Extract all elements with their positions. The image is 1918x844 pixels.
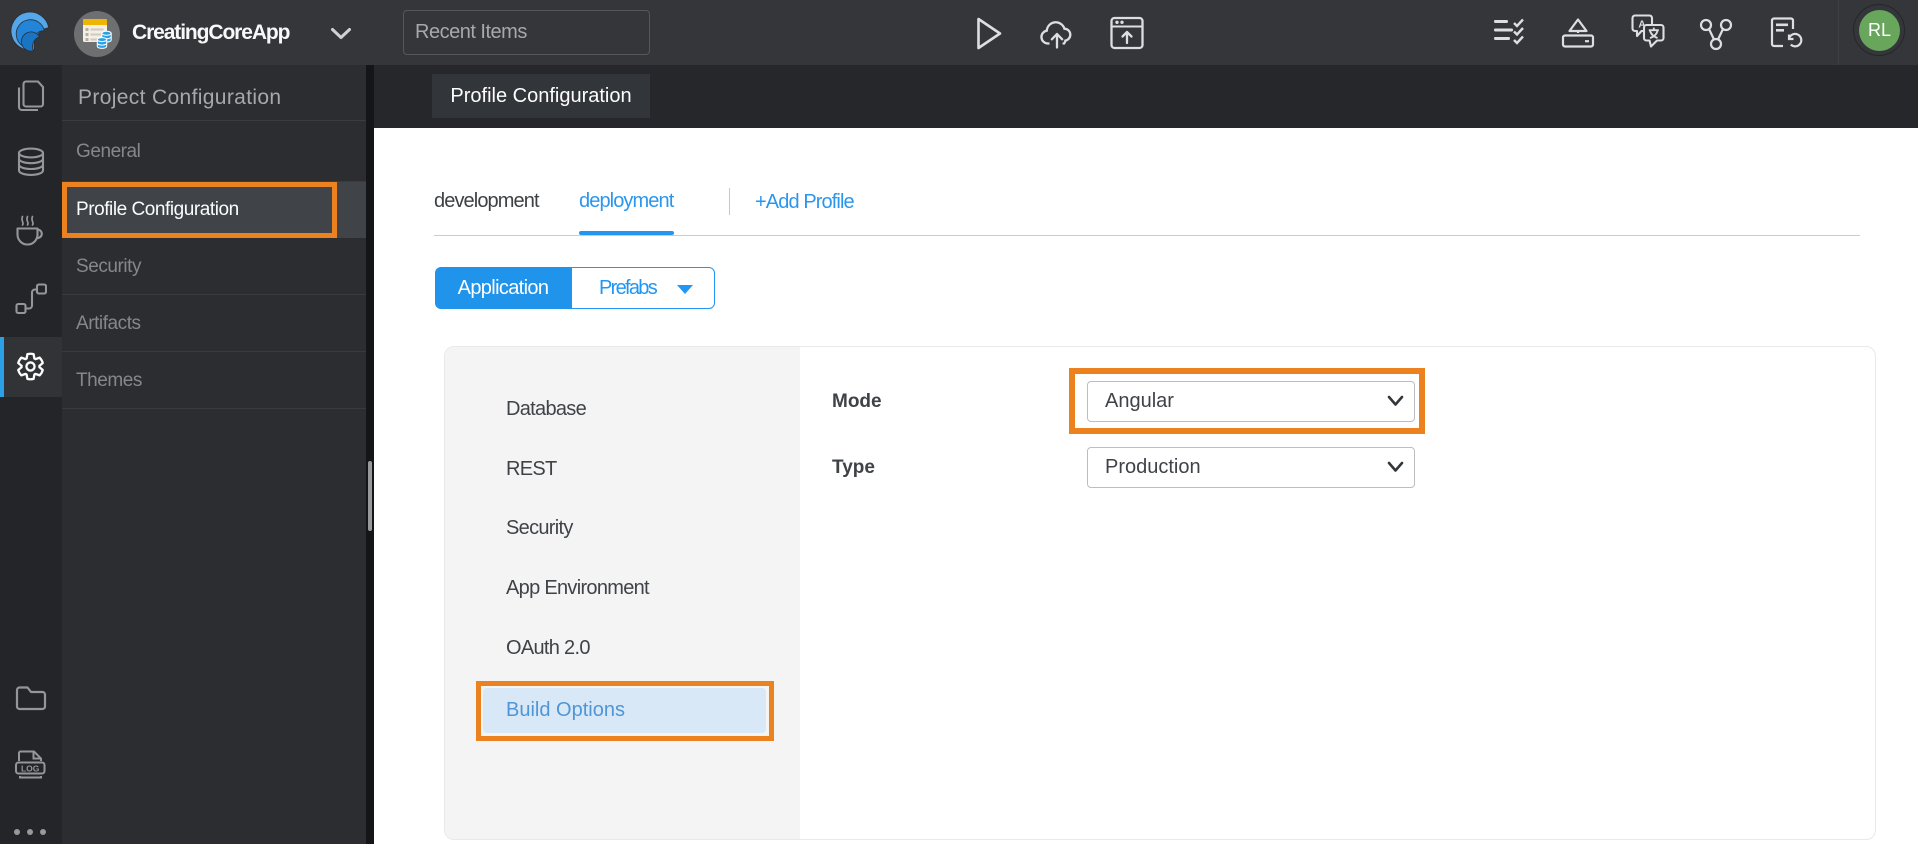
svg-text:LOG: LOG <box>21 763 40 773</box>
